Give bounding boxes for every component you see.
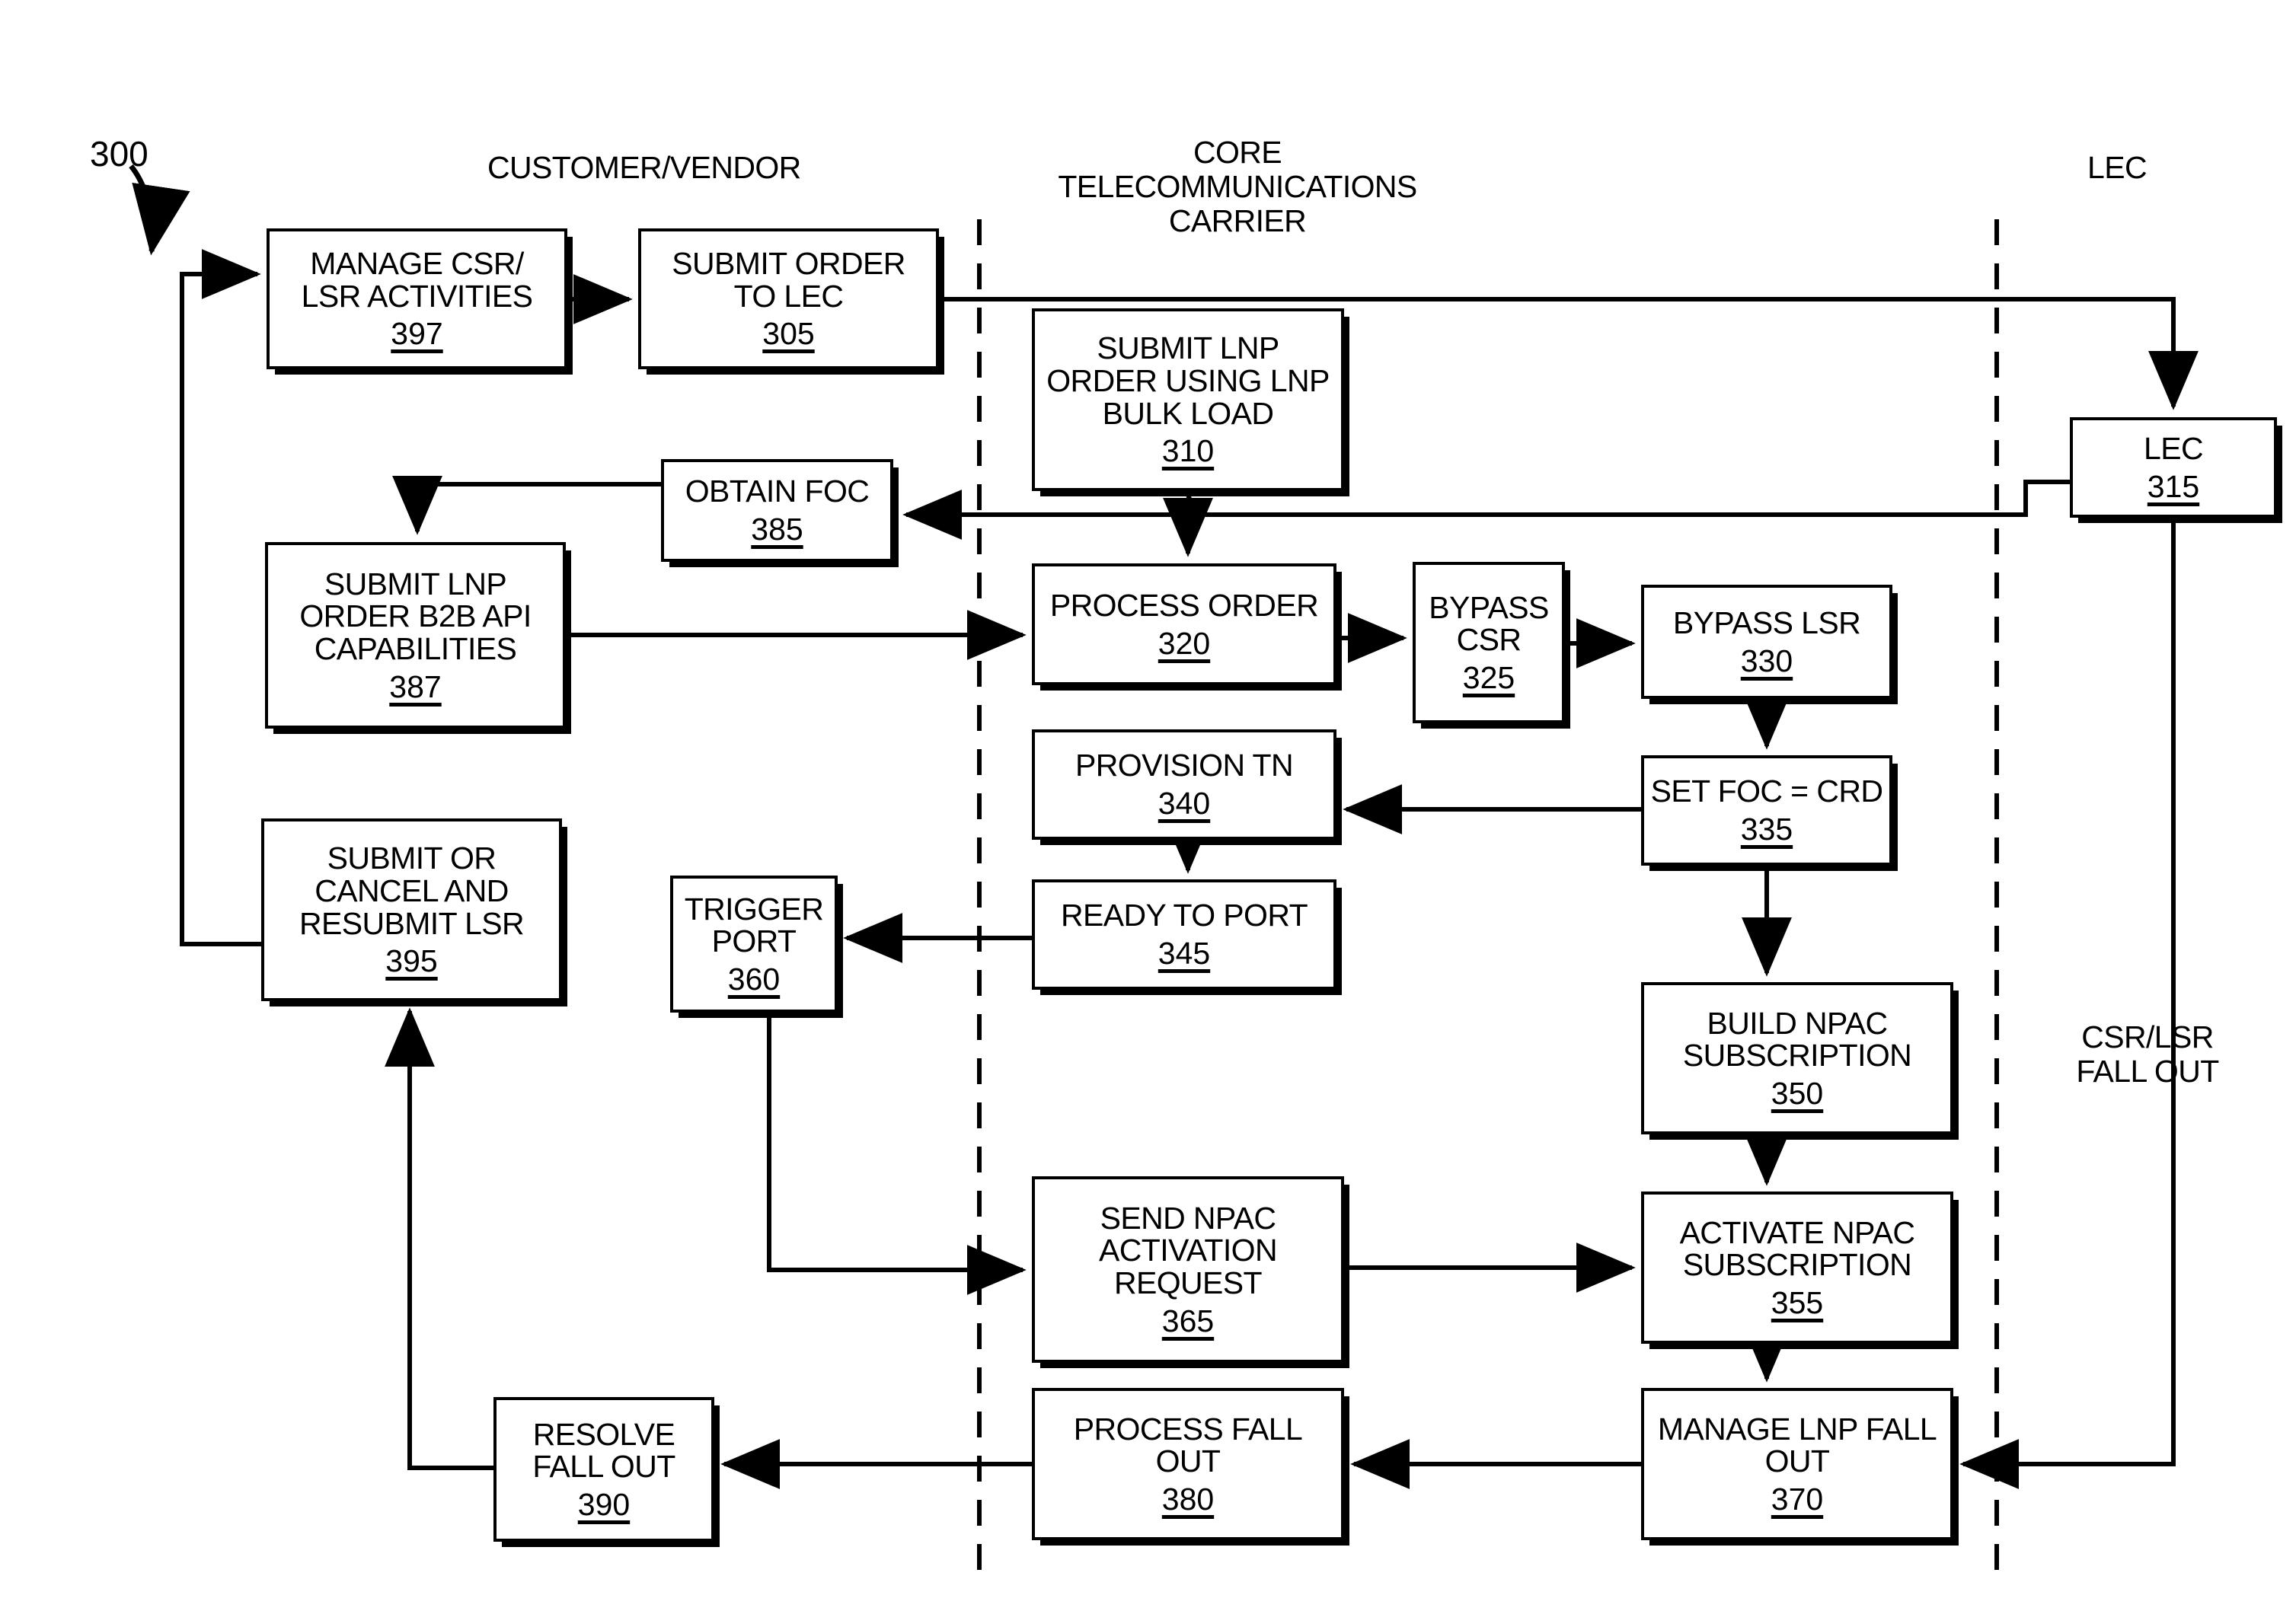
lane-header-lec: LEC: [2087, 150, 2148, 185]
node-bypass-lsr[interactable]: BYPASS LSR 330: [1641, 585, 1892, 699]
connector-385-to-387: [392, 475, 661, 535]
connector-310-to-320: [1163, 494, 1213, 557]
figure-lead-arrow: [129, 164, 190, 256]
node-reference-number: 340: [1158, 786, 1211, 821]
connector-390-to-395: [385, 1007, 493, 1470]
node-label: MANAGE LNP FALL OUT: [1657, 1411, 1937, 1479]
node-manage-lnp-fall-out[interactable]: MANAGE LNP FALL OUT 370: [1641, 1388, 1953, 1540]
node-label: BYPASS CSR: [1429, 589, 1549, 658]
node-resolve-fall-out[interactable]: RESOLVE FALL OUT 390: [493, 1397, 714, 1542]
connector-395-to-397: [180, 249, 261, 946]
node-build-npac-subscription[interactable]: BUILD NPAC SUBSCRIPTION 350: [1641, 982, 1953, 1134]
node-obtain-foc[interactable]: OBTAIN FOC 385: [661, 459, 893, 562]
node-manage-csr-lsr-activities[interactable]: MANAGE CSR/ LSR ACTIVITIES 397: [267, 228, 567, 369]
node-reference-number: 355: [1771, 1284, 1824, 1320]
figure-number-label: 300: [90, 134, 148, 174]
node-reference-number: 387: [389, 668, 442, 704]
node-reference-number: 365: [1161, 1303, 1215, 1338]
node-label: TRIGGER PORT: [684, 891, 824, 959]
node-reference-number: 360: [727, 961, 781, 997]
annotation-csr-lsr-fall-out: CSR/LSR FALL OUT: [2076, 1019, 2219, 1089]
node-label: SET FOC = CRD: [1650, 774, 1883, 809]
node-reference-number: 310: [1161, 433, 1215, 469]
node-reference-number: 350: [1771, 1075, 1824, 1111]
node-reference-number: 325: [1462, 659, 1515, 695]
node-ready-to-port[interactable]: READY TO PORT 345: [1032, 879, 1336, 990]
lane-header-core-carrier: CORE TELECOMMUNICATIONS CARRIER: [1058, 135, 1417, 239]
node-reference-number: 320: [1158, 625, 1211, 661]
node-label: BUILD NPAC SUBSCRIPTION: [1682, 1005, 1912, 1073]
node-label: SUBMIT ORDER TO LEC: [672, 246, 905, 314]
node-label: OBTAIN FOC: [685, 474, 870, 509]
node-label: SUBMIT LNP ORDER USING LNP BULK LOAD: [1046, 330, 1330, 431]
patent-figure-canvas: 300 CUSTOMER/VENDOR CORE TELECOMMUNICATI…: [0, 0, 2296, 1611]
node-activate-npac-subscription[interactable]: ACTIVATE NPAC SUBSCRIPTION 355: [1641, 1192, 1953, 1344]
node-label: PROCESS ORDER: [1049, 587, 1319, 623]
node-reference-number: 315: [2147, 468, 2200, 504]
node-submit-lnp-order-b2b-api[interactable]: SUBMIT LNP ORDER B2B API CAPABILITIES 38…: [265, 542, 566, 729]
node-reference-number: 385: [751, 512, 803, 547]
node-label: SUBMIT OR CANCEL AND RESUBMIT LSR: [299, 841, 525, 941]
node-submit-lnp-order-bulk-load[interactable]: SUBMIT LNP ORDER USING LNP BULK LOAD 310: [1032, 308, 1344, 491]
node-reference-number: 395: [385, 943, 438, 979]
node-label: PROCESS FALL OUT: [1073, 1411, 1303, 1479]
node-lec-315[interactable]: LEC 315: [2070, 417, 2277, 518]
node-label: READY TO PORT: [1060, 898, 1308, 933]
node-reference-number: 380: [1161, 1481, 1215, 1517]
node-label: SUBMIT LNP ORDER B2B API CAPABILITIES: [299, 566, 532, 666]
node-reference-number: 397: [391, 316, 443, 352]
node-label: PROVISION TN: [1075, 748, 1294, 783]
node-trigger-port[interactable]: TRIGGER PORT 360: [670, 876, 838, 1013]
node-label: LEC: [2144, 430, 2204, 466]
node-send-npac-activation-request[interactable]: SEND NPAC ACTIVATION REQUEST 365: [1032, 1176, 1344, 1363]
node-set-foc-crd[interactable]: SET FOC = CRD 335: [1641, 755, 1892, 866]
connector-360-to-360-365: [767, 1013, 1027, 1295]
node-reference-number: 370: [1771, 1481, 1824, 1517]
node-process-order[interactable]: PROCESS ORDER 320: [1032, 563, 1336, 685]
node-provision-tn[interactable]: PROVISION TN 340: [1032, 729, 1336, 840]
node-reference-number: 390: [577, 1486, 631, 1522]
node-label: ACTIVATE NPAC SUBSCRIPTION: [1679, 1214, 1915, 1283]
node-reference-number: 345: [1158, 936, 1211, 971]
node-label: RESOLVE FALL OUT: [532, 1416, 675, 1485]
connector-lec-to-370: [1959, 518, 2176, 1489]
node-bypass-csr[interactable]: BYPASS CSR 325: [1413, 562, 1565, 723]
node-reference-number: 330: [1740, 643, 1793, 678]
node-label: MANAGE CSR/ LSR ACTIVITIES: [301, 246, 533, 314]
node-submit-order-to-lec[interactable]: SUBMIT ORDER TO LEC 305: [638, 228, 939, 369]
node-submit-or-cancel-resubmit-lsr[interactable]: SUBMIT OR CANCEL AND RESUBMIT LSR 395: [261, 818, 562, 1001]
lane-header-customer-vendor: CUSTOMER/VENDOR: [487, 150, 801, 185]
node-process-fall-out[interactable]: PROCESS FALL OUT 380: [1032, 1388, 1344, 1540]
node-reference-number: 335: [1740, 812, 1793, 847]
node-reference-number: 305: [762, 316, 815, 352]
node-label: BYPASS LSR: [1672, 605, 1861, 640]
node-label: SEND NPAC ACTIVATION REQUEST: [1099, 1200, 1278, 1300]
